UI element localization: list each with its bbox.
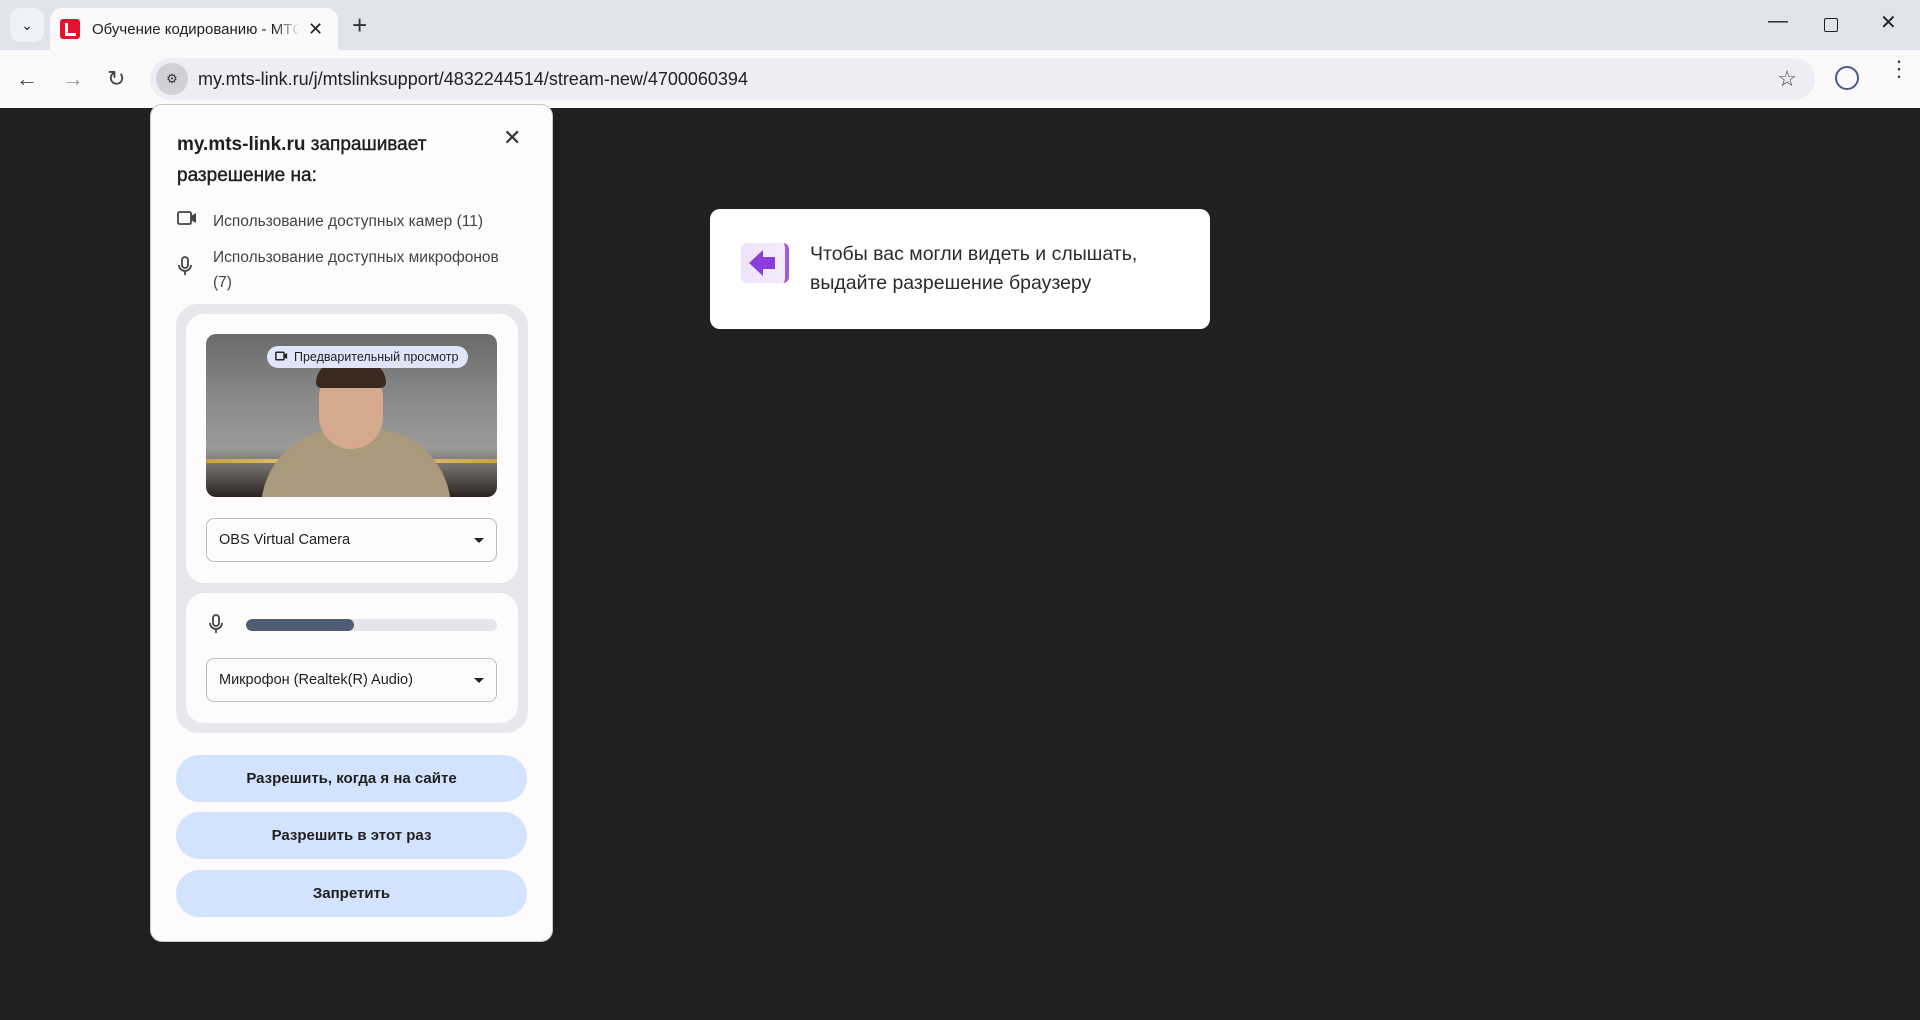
arrow-left-icon xyxy=(741,243,789,283)
mic-level-meter xyxy=(246,619,497,631)
device-settings: Предварительный просмотр OBS Virtual Cam… xyxy=(176,304,528,733)
mic-level-fill xyxy=(246,619,354,631)
menu-kebab-icon[interactable]: ⋮ xyxy=(1888,58,1910,80)
camera-icon xyxy=(177,209,203,234)
allow-while-on-site-button[interactable]: Разрешить, когда я на сайте xyxy=(176,755,527,802)
allow-once-button[interactable]: Разрешить в этот раз xyxy=(176,812,527,859)
camera-select[interactable]: OBS Virtual Camera xyxy=(206,518,497,562)
hint-text: Чтобы вас могли видеть и слышать, выдайт… xyxy=(810,243,1138,294)
close-window-icon[interactable]: ✕ xyxy=(1880,10,1897,35)
tab-title: Обучение кодированию - МТС Линк xyxy=(92,20,300,38)
caret-down-icon xyxy=(474,677,484,683)
microphone-card: Микрофон (Realtek(R) Audio) xyxy=(186,593,518,723)
mic-permission-label: Использование доступных микрофонов (7) xyxy=(213,249,499,291)
reload-icon[interactable]: ↻ xyxy=(107,66,125,92)
address-bar[interactable]: ⚙ my.mts-link.ru/j/mtslinksupport/483224… xyxy=(150,58,1815,100)
site-name: my.mts-link.ru xyxy=(177,134,306,155)
bookmark-star-icon[interactable]: ☆ xyxy=(1777,66,1797,92)
caret-down-icon xyxy=(474,537,484,543)
forward-icon[interactable]: → xyxy=(62,66,84,92)
permission-popup: my.mts-link.ru запрашивает разрешение на… xyxy=(150,104,553,942)
new-tab-button[interactable]: + xyxy=(352,10,367,41)
url-text[interactable]: my.mts-link.ru/j/mtslinksupport/48322445… xyxy=(198,69,748,90)
permission-hint-card: Чтобы вас могли видеть и слышать, выдайт… xyxy=(710,209,1210,329)
tab-search-button[interactable]: ⌄ xyxy=(10,8,44,42)
camera-preview: Предварительный просмотр xyxy=(206,334,497,497)
camera-card: Предварительный просмотр OBS Virtual Cam… xyxy=(186,314,518,583)
minimize-icon[interactable]: — xyxy=(1768,10,1788,33)
camera-select-value: OBS Virtual Camera xyxy=(219,532,351,548)
close-popup-icon[interactable]: ✕ xyxy=(503,125,521,151)
microphone-icon xyxy=(208,613,224,640)
browser-tab[interactable]: Обучение кодированию - МТС Линк ✕ xyxy=(50,8,338,50)
back-icon[interactable]: ← xyxy=(16,66,38,92)
camera-icon xyxy=(275,350,288,364)
preview-badge-label: Предварительный просмотр xyxy=(294,350,459,364)
deny-button[interactable]: Запретить xyxy=(176,870,527,917)
mic-select-value: Микрофон (Realtek(R) Audio) xyxy=(219,672,413,688)
profile-icon[interactable] xyxy=(1835,66,1859,90)
preview-badge: Предварительный просмотр xyxy=(267,346,469,368)
microphone-icon xyxy=(177,255,203,285)
mts-link-favicon-icon xyxy=(60,19,80,39)
site-info-icon[interactable]: ⚙ xyxy=(156,63,188,95)
restore-icon[interactable] xyxy=(1824,18,1838,32)
camera-permission-label: Использование доступных камер (11) xyxy=(213,213,484,230)
chevron-down-icon: ⌄ xyxy=(21,16,33,33)
close-tab-icon[interactable]: ✕ xyxy=(308,19,323,40)
popup-title: my.mts-link.ru запрашивает разрешение на… xyxy=(177,129,497,191)
microphone-select[interactable]: Микрофон (Realtek(R) Audio) xyxy=(206,658,497,702)
